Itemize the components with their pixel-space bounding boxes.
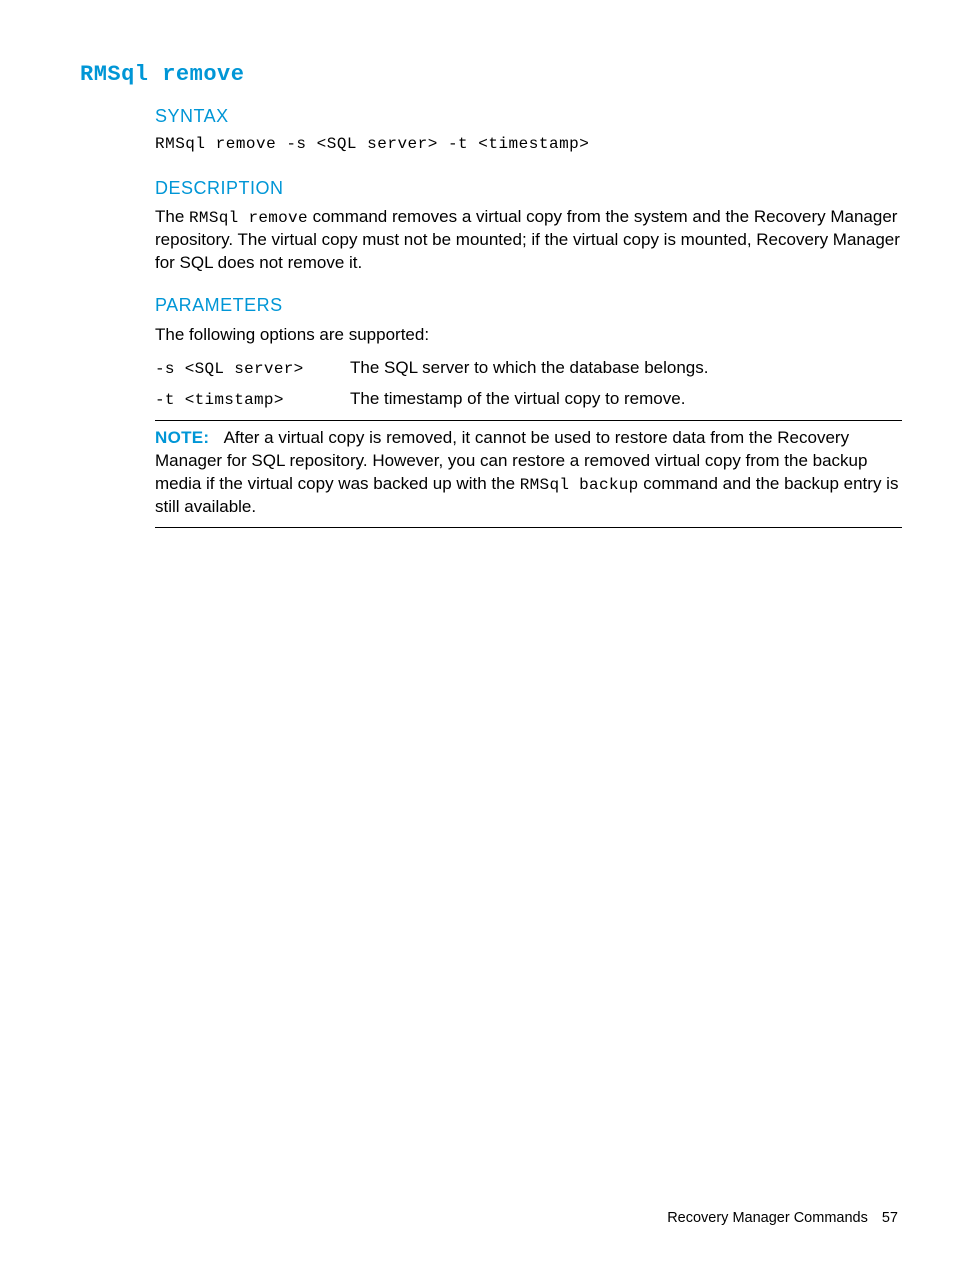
description-cmd: RMSql remove bbox=[189, 209, 308, 227]
param-option: -t <timstamp> bbox=[155, 384, 350, 416]
table-row: -s <SQL server> The SQL server to which … bbox=[155, 353, 902, 385]
description-pre: The bbox=[155, 207, 189, 226]
page-footer: Recovery Manager Commands 57 bbox=[667, 1209, 898, 1229]
param-option: -s <SQL server> bbox=[155, 353, 350, 385]
parameters-heading: PARAMETERS bbox=[155, 293, 902, 317]
param-description: The timestamp of the virtual copy to rem… bbox=[350, 384, 902, 416]
description-heading: DESCRIPTION bbox=[155, 176, 902, 200]
table-row: -t <timstamp> The timestamp of the virtu… bbox=[155, 384, 902, 416]
parameters-table: -s <SQL server> The SQL server to which … bbox=[155, 353, 902, 416]
note-label: NOTE: bbox=[155, 428, 209, 447]
param-description: The SQL server to which the database bel… bbox=[350, 353, 902, 385]
description-paragraph: The RMSql remove command removes a virtu… bbox=[155, 206, 902, 275]
parameters-intro: The following options are supported: bbox=[155, 324, 902, 347]
syntax-line: RMSql remove -s <SQL server> -t <timesta… bbox=[155, 134, 902, 156]
page: RMSql remove SYNTAX RMSql remove -s <SQL… bbox=[0, 0, 954, 1271]
footer-page-number: 57 bbox=[882, 1210, 898, 1226]
footer-text: Recovery Manager Commands bbox=[667, 1210, 868, 1226]
note-box: NOTE: After a virtual copy is removed, i… bbox=[155, 420, 902, 528]
syntax-heading: SYNTAX bbox=[155, 104, 902, 128]
command-title: RMSql remove bbox=[80, 60, 902, 90]
body: SYNTAX RMSql remove -s <SQL server> -t <… bbox=[155, 104, 902, 528]
note-cmd: RMSql backup bbox=[520, 476, 639, 494]
